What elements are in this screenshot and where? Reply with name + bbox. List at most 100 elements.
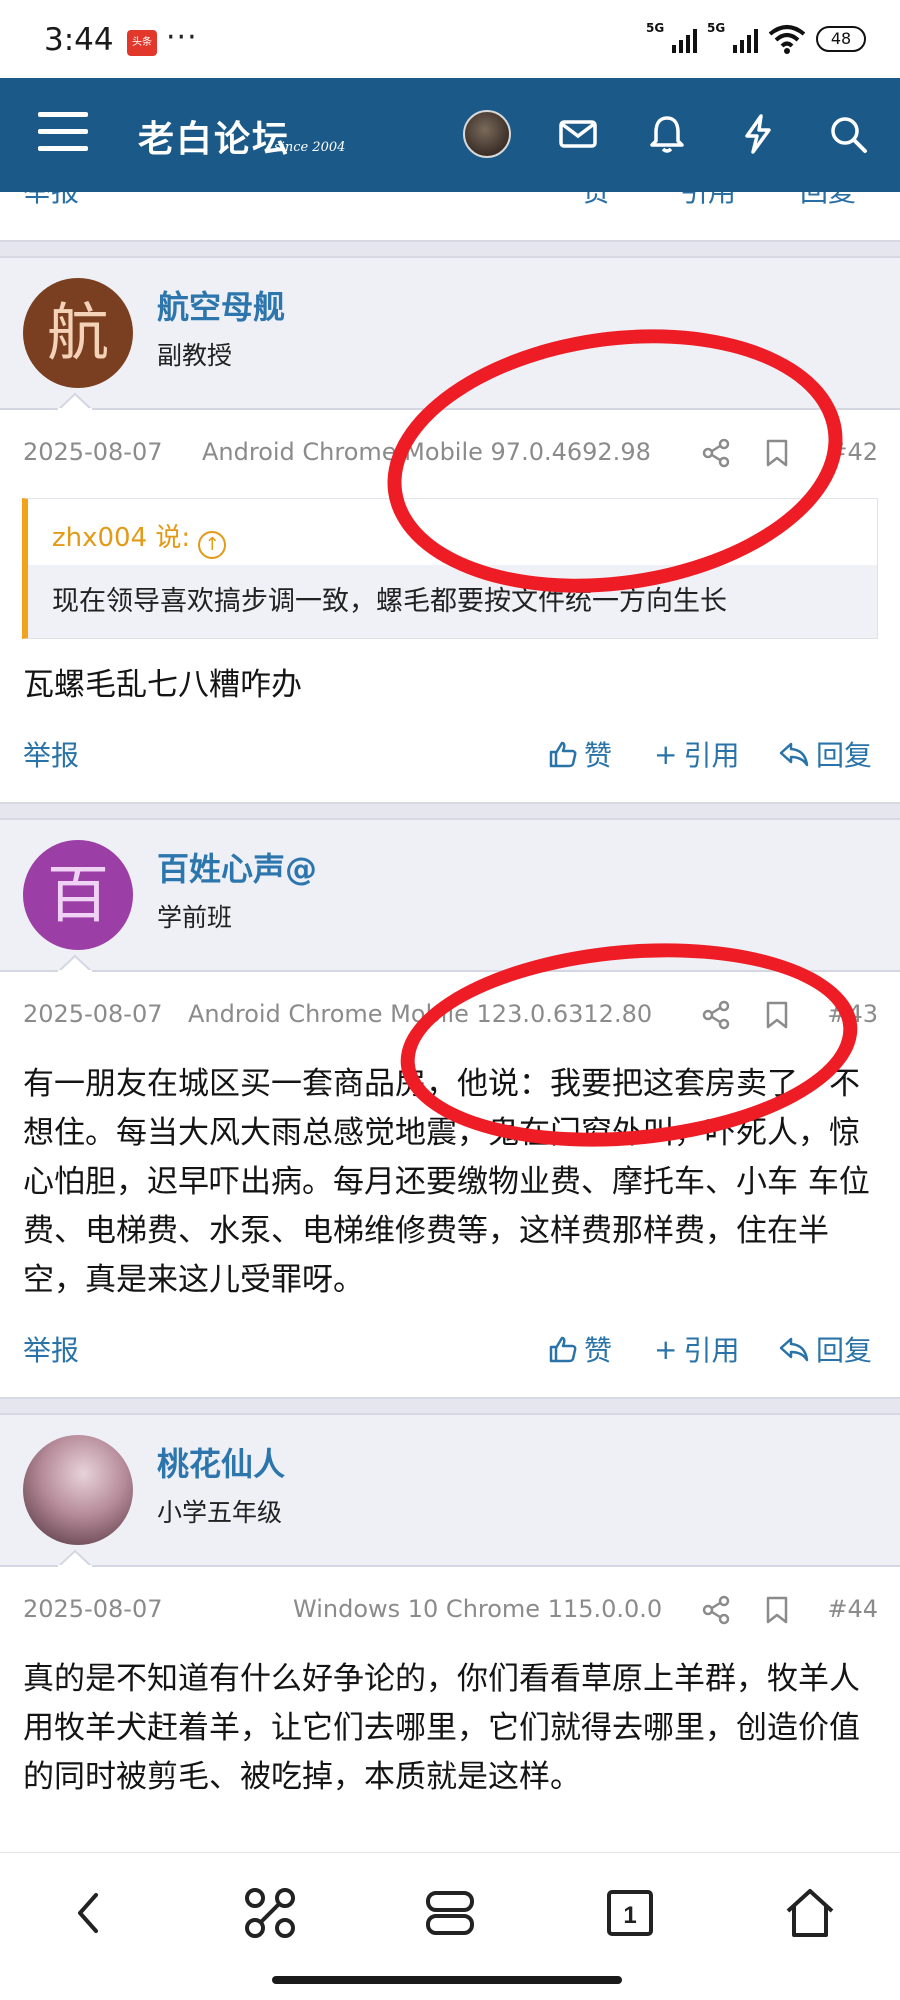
reply-icon: [779, 742, 809, 767]
status-time: 3:44: [44, 22, 114, 58]
quote-button[interactable]: + 引用: [654, 734, 739, 774]
browser-nav-bar: 1: [0, 1852, 900, 2000]
bookmark-icon[interactable]: [764, 1595, 790, 1625]
status-bar: 3:44 头条 ··· 5G 5G 48: [0, 0, 900, 78]
user-rank: 小学五年级: [157, 1498, 283, 1527]
share-icon[interactable]: [702, 1595, 730, 1625]
user-rank: 学前班: [157, 903, 233, 932]
post-actions: 举报 赞 + 引用 回复: [0, 710, 900, 802]
reply-icon: [779, 1337, 809, 1362]
tabs-menu-icon[interactable]: [420, 1883, 480, 1943]
post-body: 真的是不知道有什么好争论的，你们看看草原上羊群，牧羊人用牧羊犬赶着羊，让它们去哪…: [23, 1661, 860, 1795]
plus-icon: +: [654, 737, 678, 771]
quote-label: 引用: [683, 739, 740, 772]
logo-since: since 2004: [274, 140, 346, 155]
avatar[interactable]: [23, 1435, 133, 1545]
quote-label: 引用: [683, 1334, 740, 1367]
like-button[interactable]: 赞: [582, 192, 610, 210]
thumbs-up-icon: [549, 1336, 577, 1363]
tab-count-icon[interactable]: 1: [600, 1883, 660, 1943]
quote-header[interactable]: zhx004 说: ↑: [28, 499, 877, 565]
post: 航 航空母舰 副教授 2025-08-07 Android Chrome Mob…: [0, 258, 900, 802]
user-rank: 副教授: [157, 341, 233, 370]
battery-icon: 48: [816, 26, 866, 52]
like-button[interactable]: 赞: [548, 734, 612, 774]
quote-button[interactable]: 引用: [680, 192, 736, 210]
lightning-icon[interactable]: [736, 112, 780, 156]
report-link[interactable]: 举报: [23, 1329, 79, 1369]
post-feed[interactable]: 举报 赞 引用 回复 航 航空母舰 副教授 2025-08-07 Android…: [0, 192, 900, 1852]
user-agent: Windows 10 Chrome 115.0.0.0: [293, 1595, 663, 1623]
like-button[interactable]: 赞: [548, 1329, 612, 1369]
post-date[interactable]: 2025-08-07: [23, 1000, 162, 1028]
quote-author[interactable]: zhx004 说:: [52, 523, 190, 553]
mail-icon[interactable]: [556, 112, 600, 156]
report-link[interactable]: 举报: [23, 734, 79, 774]
post-number[interactable]: #42: [827, 438, 878, 466]
post: 桃花仙人 小学五年级 2025-08-07 Windows 10 Chrome …: [0, 1415, 900, 1802]
status-indicators: 5G 5G 48: [646, 21, 866, 54]
reply-label: 回复: [816, 739, 873, 772]
post-meta: 2025-08-07 Android Chrome Mobile 97.0.46…: [0, 410, 900, 498]
post-meta: 2025-08-07 Windows 10 Chrome 115.0.0.0 #…: [0, 1567, 900, 1655]
reply-button[interactable]: 回复: [778, 734, 872, 774]
reply-button[interactable]: 回复: [800, 192, 856, 210]
like-label: 赞: [584, 1334, 613, 1367]
quote-text: 现在领导喜欢搞步调一致，螺毛都要按文件统一方向生长: [28, 565, 877, 638]
user-agent: Android Chrome Mobile 123.0.6312.80: [188, 1000, 653, 1028]
post-header: 航 航空母舰 副教授: [0, 258, 900, 410]
quote-block: zhx004 说: ↑ 现在领导喜欢搞步调一致，螺毛都要按文件统一方向生长: [22, 498, 878, 639]
home-indicator[interactable]: [272, 1976, 622, 1984]
bookmark-icon[interactable]: [764, 1000, 790, 1030]
header-notch: [58, 392, 92, 410]
reply-label: 回复: [816, 1334, 873, 1367]
avatar[interactable]: 百: [23, 840, 133, 950]
post-actions: 举报 赞 + 引用 回复: [0, 1305, 900, 1397]
post-separator: [0, 240, 900, 258]
more-notifications-icon: ···: [166, 20, 198, 55]
post-separator: [0, 802, 900, 820]
username-link[interactable]: 航空母舰: [157, 282, 285, 328]
wifi-icon: [768, 25, 806, 54]
reply-button[interactable]: 回复: [778, 1329, 872, 1369]
plus-icon: +: [654, 1332, 678, 1366]
like-label: 赞: [584, 739, 613, 772]
signal-icon: 5G: [707, 21, 758, 53]
post-date[interactable]: 2025-08-07: [23, 1595, 162, 1623]
site-logo[interactable]: 老白论坛: [138, 110, 290, 162]
post-header: 百 百姓心声@ 学前班: [0, 820, 900, 972]
user-agent: Android Chrome Mobile 97.0.4692.98: [202, 438, 651, 466]
post-body: 瓦螺毛乱七八糟咋办: [23, 667, 302, 703]
previous-post-actions: 举报 赞 引用 回复: [0, 192, 900, 240]
app-badge-icon: 头条: [127, 30, 157, 56]
post-meta: 2025-08-07 Android Chrome Mobile 123.0.6…: [0, 972, 900, 1060]
search-icon[interactable]: [826, 112, 870, 156]
post-separator: [0, 1397, 900, 1415]
bell-icon[interactable]: [645, 112, 689, 156]
command-icon[interactable]: [240, 1883, 300, 1943]
post-date[interactable]: 2025-08-07: [23, 438, 162, 466]
post-number[interactable]: #43: [827, 1000, 878, 1028]
back-icon[interactable]: [60, 1883, 120, 1943]
share-icon[interactable]: [702, 1000, 730, 1030]
header-notch: [58, 1549, 92, 1567]
home-icon[interactable]: [780, 1883, 840, 1943]
user-avatar[interactable]: [463, 110, 511, 158]
bookmark-icon[interactable]: [764, 438, 790, 468]
post: 百 百姓心声@ 学前班 2025-08-07 Android Chrome Mo…: [0, 820, 900, 1397]
post-header: 桃花仙人 小学五年级: [0, 1415, 900, 1567]
thumbs-up-icon: [549, 741, 577, 768]
menu-icon[interactable]: [38, 112, 88, 156]
post-body: 有一朋友在城区买一套商品房，他说：我要把这套房卖了，不想住。每当大风大雨总感觉地…: [23, 1066, 870, 1298]
username-link[interactable]: 百姓心声@: [157, 844, 317, 890]
signal-icon: 5G: [646, 21, 697, 53]
avatar[interactable]: 航: [23, 278, 133, 388]
svg-text:1: 1: [623, 1902, 636, 1929]
header-notch: [58, 954, 92, 972]
share-icon[interactable]: [702, 438, 730, 468]
jump-up-icon[interactable]: ↑: [198, 531, 227, 559]
report-link[interactable]: 举报: [23, 192, 79, 210]
quote-button[interactable]: + 引用: [654, 1329, 739, 1369]
username-link[interactable]: 桃花仙人: [157, 1439, 285, 1485]
post-number[interactable]: #44: [827, 1595, 878, 1623]
